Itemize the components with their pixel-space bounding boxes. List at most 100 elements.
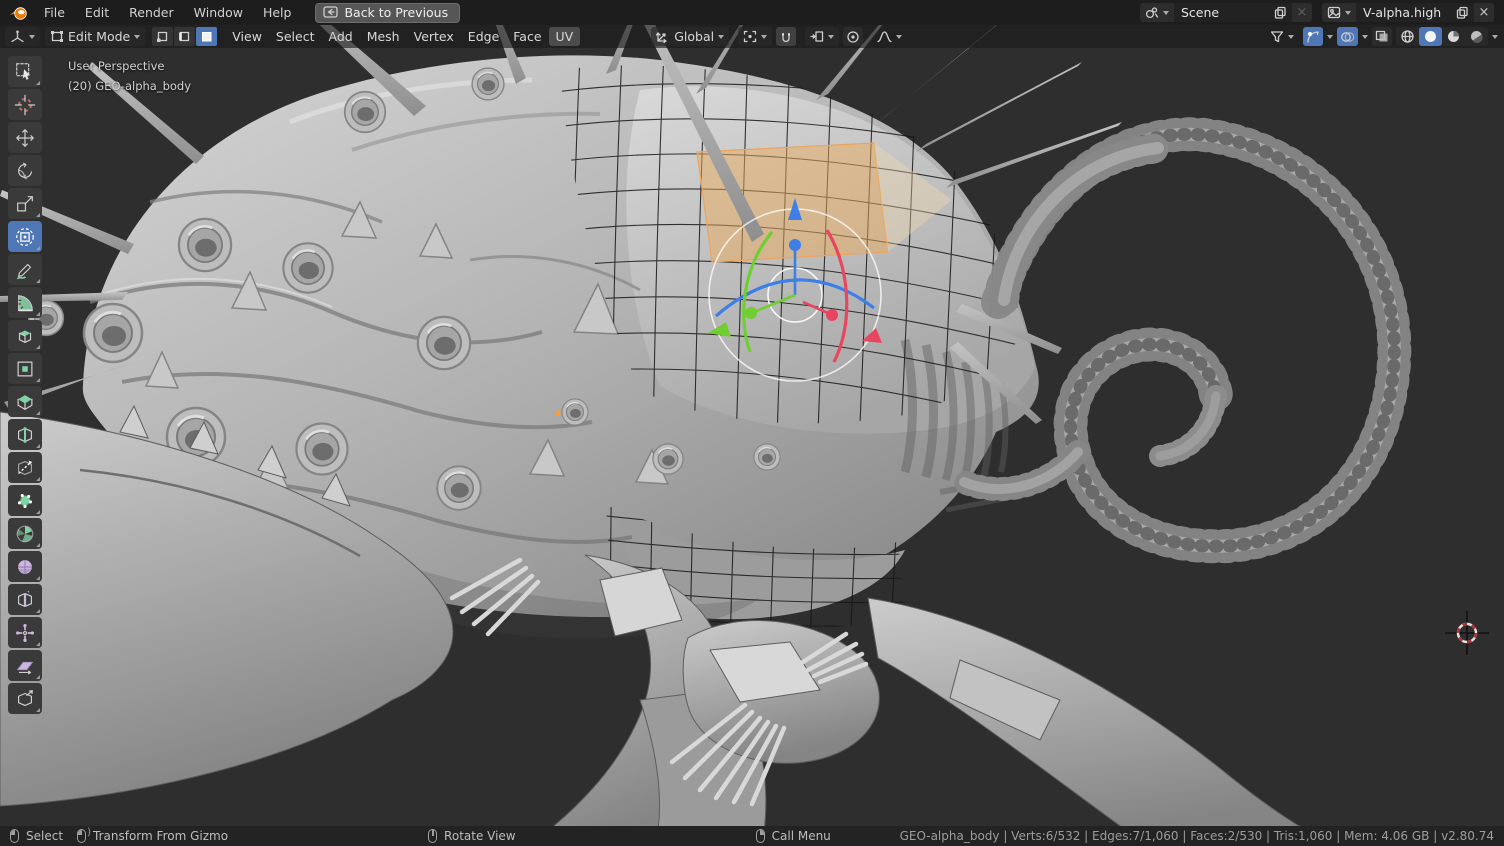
vertex-select-icon [156,30,169,43]
editor-type-button[interactable] [5,27,40,46]
scene-browse-button[interactable] [1140,3,1174,22]
menu-select[interactable]: Select [269,27,322,46]
tool-spin[interactable] [8,518,42,549]
tool-rotate[interactable] [8,155,42,186]
chevron-down-icon[interactable] [1327,35,1333,39]
chevron-down-icon [1163,11,1169,15]
tool-inset-faces[interactable] [8,353,42,384]
chevron-down-icon [761,35,767,39]
edge-select-button[interactable] [174,27,195,46]
blender-logo-icon[interactable] [8,4,30,22]
menu-edge[interactable]: Edge [461,27,506,46]
menu-edit[interactable]: Edit [75,3,119,22]
vertex-select-button[interactable] [152,27,173,46]
view-layer-name-field[interactable]: V-alpha.high [1356,3,1474,22]
snap-target-icon [810,30,824,43]
mouse-left-icon [10,829,19,843]
tool-shrink-fatten[interactable] [8,617,42,648]
chevron-down-icon [828,35,834,39]
active-object-label: (20) GEO-alpha_body [68,76,191,96]
view-layer-close-button[interactable]: × [1474,3,1494,22]
tool-shear[interactable] [8,650,42,681]
view-layer-browse-button[interactable] [1322,3,1356,22]
menu-render[interactable]: Render [119,3,184,22]
viewport-3d[interactable]: Edit Mode View [0,25,1504,826]
tool-transform[interactable] [8,221,42,252]
tool-scale[interactable] [8,188,42,219]
menu-file[interactable]: File [34,3,75,22]
mouse-right-icon [756,829,765,843]
view-layer-icon [1327,6,1342,19]
menu-vertex[interactable]: Vertex [407,27,461,46]
tool-annotate[interactable] [8,254,42,285]
scene-statistics: GEO-alpha_body | Verts:6/532 | Edges:7/1… [900,829,1494,843]
statusbar: Select Transform From Gizmo Rotate View … [0,826,1504,846]
header-center-controls: Global [646,27,907,46]
cursor-3d[interactable] [1445,611,1489,655]
tool-smooth[interactable] [8,551,42,582]
menu-face[interactable]: Face [506,27,548,46]
scene-name-field[interactable]: Scene [1174,3,1292,22]
edit-mode-icon [50,30,64,43]
toggle-xray-button[interactable] [1372,27,1392,46]
tool-bevel[interactable] [8,386,42,417]
chevron-down-icon[interactable] [1492,35,1498,39]
chevron-down-icon[interactable] [1362,35,1368,39]
transform-orientation-dropdown[interactable]: Global [651,27,729,46]
viewport-canvas[interactable] [0,25,1504,826]
proportional-editing-button[interactable] [843,27,863,46]
orientation-icon [656,30,670,43]
menu-mesh[interactable]: Mesh [360,27,407,46]
filter-dropdown[interactable] [1265,27,1299,46]
tool-cursor[interactable] [8,89,42,120]
tool-loop-cut[interactable] [8,419,42,450]
scene-selector: Scene × [1140,3,1312,22]
face-select-button[interactable] [196,27,217,46]
menu-help[interactable]: Help [253,3,302,22]
pivot-point-dropdown[interactable] [738,27,772,46]
shading-mode-group [1396,27,1488,46]
tool-measure[interactable] [8,287,42,318]
magnet-icon [779,30,793,44]
snap-toggle-button[interactable] [776,27,796,46]
back-to-previous-button[interactable]: Back to Previous [315,3,460,23]
tool-select-box[interactable] [8,56,42,87]
menu-add[interactable]: Add [321,27,359,46]
mouse-middle-icon [428,829,437,843]
tool-poly-build[interactable] [8,485,42,516]
proportional-falloff-dropdown[interactable] [872,27,907,46]
proportional-editing-icon [846,30,860,44]
menu-window[interactable]: Window [184,3,253,22]
duplicate-icon[interactable] [1274,6,1287,19]
viewport-header: Edit Mode View [0,25,1504,48]
edge-select-icon [178,30,191,43]
show-gizmo-button[interactable] [1303,27,1323,46]
active-vertex-dot [556,411,561,416]
shading-solid-button[interactable] [1419,27,1442,46]
topbar: File Edit Render Window Help Back to Pre… [0,0,1504,25]
shading-rendered-button[interactable] [1465,27,1488,46]
falloff-curve-icon [877,30,892,43]
mode-selector[interactable]: Edit Mode [45,27,145,46]
menu-view[interactable]: View [225,27,269,46]
duplicate-icon[interactable] [1456,6,1469,19]
overlays-icon [1340,30,1355,44]
chevron-down-icon [1288,35,1294,39]
snap-target-dropdown[interactable] [805,27,839,46]
chevron-down-icon [1345,11,1351,15]
scene-unlink-button: × [1292,3,1312,22]
xray-icon [1375,30,1389,43]
menu-uv[interactable]: UV [549,27,581,46]
show-overlays-button[interactable] [1337,27,1358,46]
view-layer-selector: V-alpha.high × [1322,3,1494,22]
tool-knife[interactable] [8,452,42,483]
hint-transform-from-gizmo: Transform From Gizmo [77,829,228,843]
tool-rip-region[interactable] [8,683,42,714]
tool-edge-slide[interactable] [8,584,42,615]
view-name-label: User Perspective [68,56,191,76]
shading-wireframe-button[interactable] [1396,27,1419,46]
shading-material-button[interactable] [1442,27,1465,46]
tool-move[interactable] [8,122,42,153]
material-shading-icon [1446,29,1461,44]
tool-extrude-region[interactable] [8,320,42,351]
